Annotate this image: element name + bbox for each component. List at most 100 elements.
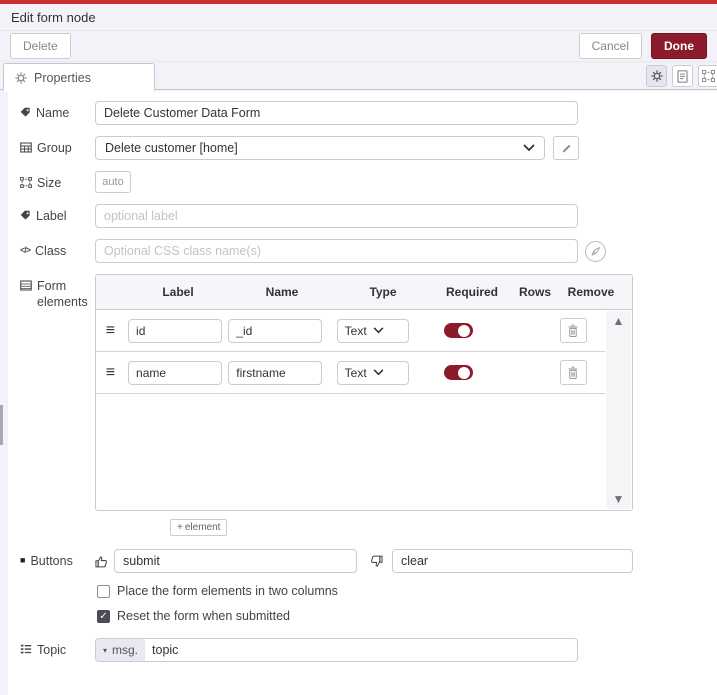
trash-icon xyxy=(567,324,579,338)
square-icon: ■ xyxy=(20,555,26,565)
table-row: ≡ Text xyxy=(96,352,605,394)
element-type-value: Text xyxy=(344,323,367,338)
buttons-inputs xyxy=(95,549,633,573)
tray-resize-grip[interactable] xyxy=(0,405,3,445)
thumbs-down-icon xyxy=(370,555,383,568)
form-elements-label: Form elements xyxy=(20,274,95,310)
pencil-icon xyxy=(561,143,572,154)
edit-group-button[interactable] xyxy=(553,136,579,160)
delete-button[interactable]: Delete xyxy=(10,33,71,59)
form-elements-table-header: Label Name Type Required Rows Remove xyxy=(96,275,632,310)
class-label: </> Class xyxy=(20,244,67,258)
element-name-input[interactable] xyxy=(228,318,323,343)
form-elements-table: Label Name Type Required Rows Remove ≡ i… xyxy=(95,274,633,511)
size-label: Size xyxy=(20,171,95,192)
group-label: Group xyxy=(20,136,95,157)
tab-properties[interactable]: Properties xyxy=(3,63,155,91)
done-button[interactable]: Done xyxy=(651,33,707,59)
name-input[interactable] xyxy=(95,101,578,125)
required-toggle[interactable] xyxy=(443,365,473,380)
required-toggle[interactable] xyxy=(443,323,473,338)
element-label-input[interactable] xyxy=(128,318,223,343)
class-row: </> Class xyxy=(20,239,717,263)
header-label: Label xyxy=(162,285,194,299)
class-picker-button[interactable] xyxy=(585,241,606,262)
form-elements-row: Form elements Label Name Type Required R… xyxy=(20,274,717,536)
reset-form-checkbox[interactable]: ✓ xyxy=(97,609,110,623)
feather-icon xyxy=(590,246,601,257)
caret-down-icon: ▾ xyxy=(103,645,108,655)
topic-label: Topic xyxy=(20,638,95,659)
submit-button-input[interactable] xyxy=(114,549,357,573)
chevron-down-icon xyxy=(523,144,535,152)
class-input[interactable] xyxy=(95,239,578,263)
gear-icon xyxy=(650,70,663,82)
buttons-label: ■ Buttons xyxy=(20,554,73,568)
tag-icon xyxy=(20,106,31,118)
table-grid-icon xyxy=(20,141,32,153)
table-row: ≡ Text xyxy=(96,310,605,352)
group-row: Group Delete customer [home] xyxy=(20,136,717,160)
dialog-toolbar: Delete Cancel Done xyxy=(0,31,717,62)
name-label: Name xyxy=(20,101,95,122)
tasks-icon xyxy=(20,643,32,655)
size-row: Size auto xyxy=(20,171,717,193)
group-selected-value: Delete customer [home] xyxy=(105,141,238,155)
size-auto-button[interactable]: auto xyxy=(95,171,131,193)
chevron-down-icon xyxy=(373,327,401,334)
element-name-input[interactable] xyxy=(228,360,323,385)
table-scrollbar[interactable]: ▲ ▼ xyxy=(606,311,631,509)
element-type-select[interactable]: Text xyxy=(336,360,409,385)
element-type-select[interactable]: Text xyxy=(336,318,409,343)
chevron-down-icon xyxy=(373,369,401,376)
buttons-row: ■ Buttons xyxy=(20,549,717,573)
properties-tab-gear-button[interactable] xyxy=(646,65,667,87)
name-row: Name xyxy=(20,101,717,125)
label-label: Label xyxy=(20,204,95,225)
element-label-input[interactable] xyxy=(128,360,223,385)
gear-icon xyxy=(15,71,27,84)
description-tab-button[interactable] xyxy=(672,65,693,87)
code-icon: </> xyxy=(20,245,31,255)
group-select[interactable]: Delete customer [home] xyxy=(95,136,545,160)
header-remove: Remove xyxy=(567,285,615,299)
dialog-title: Edit form node xyxy=(0,4,717,31)
remove-element-button[interactable] xyxy=(559,318,587,343)
header-name: Name xyxy=(265,285,299,299)
clear-button-input[interactable] xyxy=(392,549,633,573)
plus-icon: + xyxy=(177,522,183,533)
scroll-up-icon[interactable]: ▲ xyxy=(613,315,625,327)
label-row: Label xyxy=(20,204,717,228)
document-icon xyxy=(677,69,688,83)
object-group-icon xyxy=(20,176,32,188)
header-rows: Rows xyxy=(518,285,551,299)
thumbs-up-icon xyxy=(95,555,108,568)
two-columns-option: Place the form elements in two columns xyxy=(97,584,717,598)
object-group-icon xyxy=(702,70,715,82)
scroll-down-icon[interactable]: ▼ xyxy=(613,493,625,505)
appearance-tab-button[interactable] xyxy=(698,65,717,87)
topic-typed-input[interactable]: ▾ msg. topic xyxy=(95,638,578,662)
form-elements-table-body: ≡ Text xyxy=(96,310,632,510)
tab-icon-buttons xyxy=(646,65,717,87)
properties-form: Name Group Delete customer [home] xyxy=(8,91,717,695)
topic-row: Topic ▾ msg. topic xyxy=(20,638,717,662)
header-required: Required xyxy=(445,285,498,299)
list-table-icon xyxy=(20,279,32,291)
drag-handle-icon[interactable]: ≡ xyxy=(106,364,115,381)
trash-icon xyxy=(567,366,579,380)
topic-value: topic xyxy=(152,643,179,657)
two-columns-checkbox[interactable] xyxy=(97,584,110,598)
tag-icon xyxy=(20,209,31,221)
drag-handle-icon[interactable]: ≡ xyxy=(106,322,115,339)
topic-type-selector[interactable]: ▾ msg. xyxy=(96,639,146,661)
cancel-button[interactable]: Cancel xyxy=(578,33,642,59)
add-element-button[interactable]: + element xyxy=(170,519,228,536)
editor-tabbar: Properties xyxy=(0,62,717,91)
two-columns-label: Place the form elements in two columns xyxy=(117,584,338,598)
topic-type-label: msg. xyxy=(112,643,139,657)
reset-form-option: ✓ Reset the form when submitted xyxy=(97,609,717,623)
label-input[interactable] xyxy=(95,204,578,228)
element-type-value: Text xyxy=(344,365,367,380)
remove-element-button[interactable] xyxy=(559,360,587,385)
